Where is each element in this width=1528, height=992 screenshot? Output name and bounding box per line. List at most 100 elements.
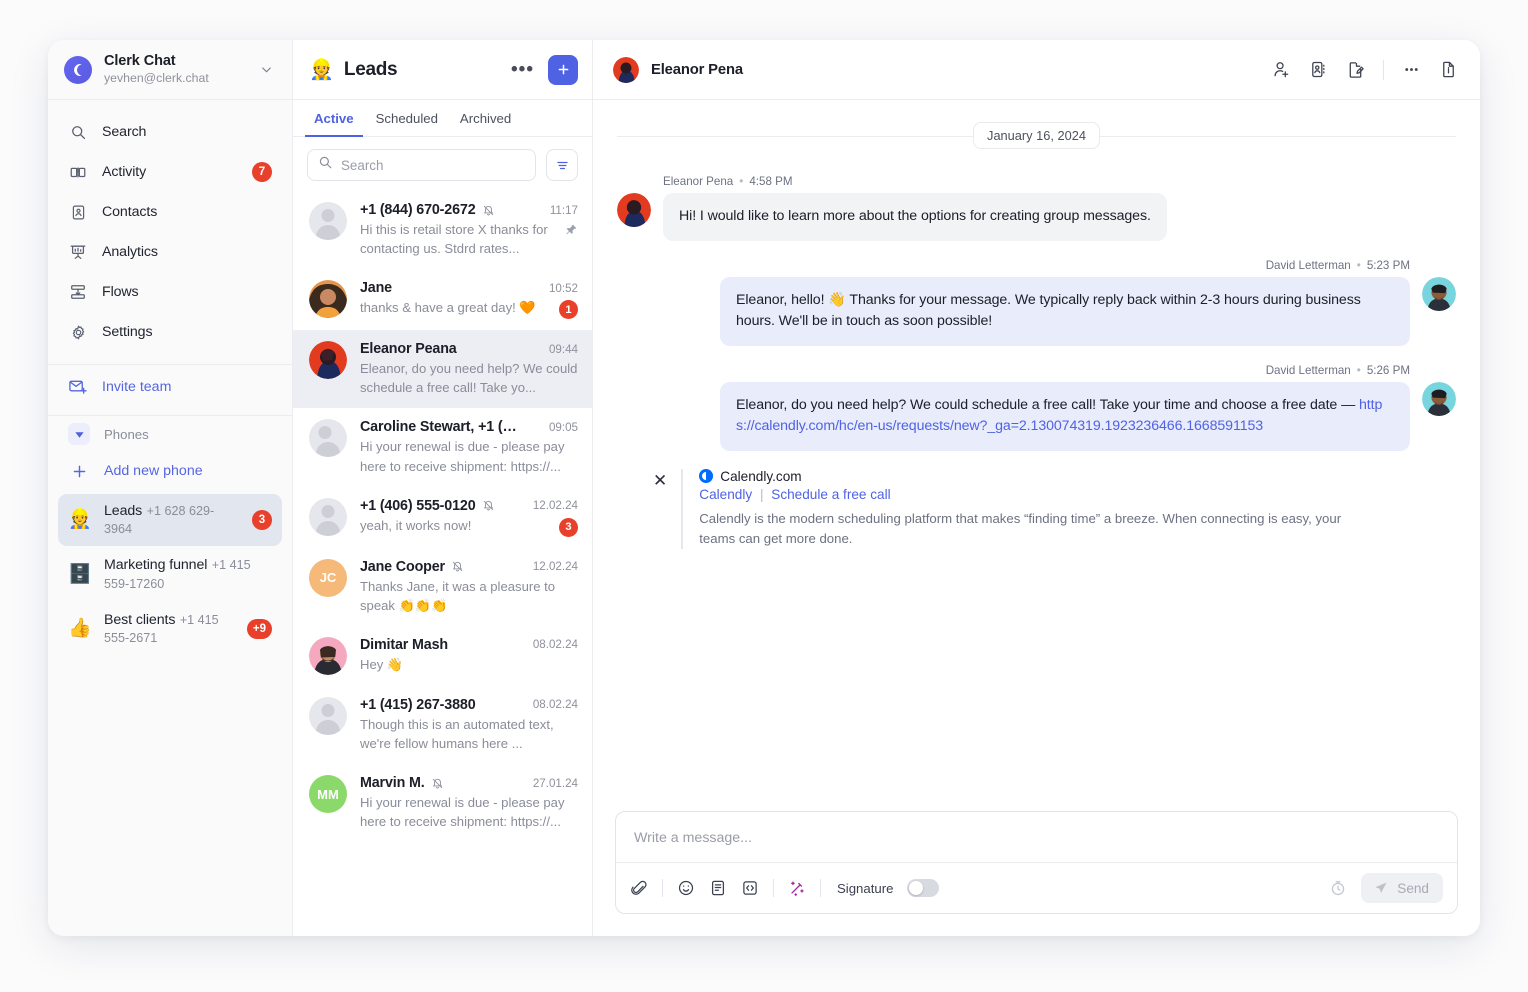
timestamp: 09:05: [548, 420, 578, 434]
list-item-top: +1 (406) 555-0120 12.02.24: [360, 498, 578, 514]
list-item[interactable]: +1 (844) 670-2672 11:17 Hi this is retai…: [293, 191, 592, 269]
sidebar-item-search[interactable]: Search: [58, 112, 282, 152]
plus-icon: [68, 460, 90, 482]
list-item[interactable]: +1 (415) 267-3880 08.02.24 Though this i…: [293, 686, 592, 764]
list-item-bottom: Thanks Jane, it was a pleasure to speak …: [360, 577, 578, 615]
preview-text: Though this is an automated text, we're …: [360, 716, 554, 751]
unread-badge: 1: [559, 300, 578, 320]
phone-item-leads[interactable]: 👷 Leads +1 628 629-3964 3: [58, 494, 282, 547]
avatar: [309, 497, 347, 536]
list-item[interactable]: MM Marvin M. 27.01.24 Hi your renewal is…: [293, 764, 592, 842]
link-preview: ✕ Calendly.com Calendly | Schedule a fre…: [653, 468, 1373, 550]
list-item[interactable]: Caroline Stewart, +1 (54... 09:05 Hi you…: [293, 408, 592, 486]
message-meta: David Letterman • 5:26 PM: [1266, 364, 1410, 377]
presentation-chart-icon: [68, 242, 88, 262]
tab-scheduled[interactable]: Scheduled: [367, 100, 447, 137]
search-box[interactable]: [307, 149, 536, 181]
contact-name: +1 (415) 267-3880: [360, 696, 476, 713]
phone-emoji: 🗄️: [68, 563, 92, 585]
message-row: Hi! I would like to learn more about the…: [617, 193, 1456, 241]
list-item-bottom: thanks & have a great day! 🧡 1: [360, 298, 578, 320]
list-tabs: Active Scheduled Archived: [293, 100, 592, 137]
emoji-icon[interactable]: [677, 879, 695, 897]
list-item[interactable]: Dimitar Mash 08.02.24 Hey 👋: [293, 626, 592, 686]
list-item-bottom: Eleanor, do you need help? We could sche…: [360, 359, 578, 397]
list-item[interactable]: JC Jane Cooper 12.02.24 Thanks Jane, it …: [293, 548, 592, 626]
clock-schedule-icon[interactable]: [1329, 879, 1347, 897]
message-author: Eleanor Pena: [663, 175, 734, 188]
send-button[interactable]: Send: [1361, 873, 1443, 903]
message-time: 4:58 PM: [749, 175, 793, 188]
preview-text: yeah, it works now!: [360, 517, 472, 533]
close-icon[interactable]: ✕: [653, 469, 667, 489]
ellipsis-icon[interactable]: [1402, 60, 1421, 79]
sidebar: Clerk Chat yevhen@clerk.chat Search Acti…: [48, 40, 293, 936]
list-item[interactable]: Jane 10:52 thanks & have a great day! 🧡 …: [293, 269, 592, 330]
phone-item-marketing-funnel[interactable]: 🗄️ Marketing funnel +1 415 559-17260: [58, 548, 282, 600]
flow-icon: [68, 282, 88, 302]
message-meta: David Letterman • 5:23 PM: [1266, 259, 1410, 272]
contact-name: Dimitar Mash: [360, 636, 448, 653]
link-preview-card: Calendly.com Calendly | Schedule a free …: [681, 468, 1359, 550]
bell-muted-icon: [451, 560, 464, 573]
unread-badge-wrap: 1: [559, 298, 578, 320]
composer-toolbar: Signature Send: [616, 862, 1457, 913]
gear-icon: [68, 322, 88, 342]
message-bubble: Hi! I would like to learn more about the…: [663, 193, 1167, 241]
list-item-bottom: Hi your renewal is due - please pay here…: [360, 793, 578, 831]
sidebar-item-contacts[interactable]: Contacts: [58, 192, 282, 232]
list-item-eleanor-peana[interactable]: Eleanor Peana 09:44 Eleanor, do you need…: [293, 330, 592, 409]
ellipsis-icon[interactable]: •••: [507, 60, 538, 79]
preview-text: Eleanor, do you need help? We could sche…: [360, 361, 578, 396]
phone-item-best-clients[interactable]: 👍 Best clients +1 415 555-2671 +9: [58, 603, 282, 655]
code-icon[interactable]: [741, 879, 759, 897]
tab-archived[interactable]: Archived: [451, 100, 520, 137]
conversation-list: +1 (844) 670-2672 11:17 Hi this is retai…: [293, 191, 592, 936]
search-input[interactable]: [341, 157, 525, 173]
phone-name: Marketing funnel: [104, 557, 208, 574]
avatar: [309, 696, 347, 735]
tab-active[interactable]: Active: [305, 100, 363, 137]
sidebar-item-analytics[interactable]: Analytics: [58, 232, 282, 272]
add-contact-icon[interactable]: [1272, 60, 1291, 79]
message-thread: January 16, 2024 Eleanor Pena • 4:58 PM …: [593, 100, 1480, 797]
inbox-icon: [68, 162, 88, 182]
message-text: Eleanor, do you need help? We could sche…: [736, 396, 1356, 413]
edit-note-icon[interactable]: [1346, 60, 1365, 79]
message-input[interactable]: Write a message...: [616, 812, 1457, 862]
invite-team-button[interactable]: Invite team: [48, 365, 292, 409]
link-preview-title-primary[interactable]: Calendly: [699, 487, 752, 502]
magic-wand-icon[interactable]: [788, 879, 806, 897]
leads-emoji: 👷: [309, 58, 334, 81]
unread-badge: 3: [559, 517, 578, 537]
timestamp: 11:17: [549, 203, 578, 217]
list-item-body: Caroline Stewart, +1 (54... 09:05 Hi you…: [360, 419, 578, 475]
new-conversation-button[interactable]: [548, 54, 578, 85]
signature-toggle[interactable]: [907, 879, 940, 897]
preview-text: Hi your renewal is due - please pay here…: [360, 439, 565, 474]
composer-wrap: Write a message... Signature Send: [593, 797, 1480, 936]
sidebar-item-settings[interactable]: Settings: [58, 312, 282, 352]
message-time: 5:23 PM: [1366, 258, 1410, 272]
unread-badge-wrap: 3: [559, 516, 578, 537]
sidebar-label: Analytics: [102, 244, 158, 260]
contact-card-icon[interactable]: [1309, 60, 1328, 79]
template-icon[interactable]: [709, 879, 727, 897]
add-new-phone-button[interactable]: Add new phone: [48, 452, 292, 490]
file-info-icon[interactable]: [1439, 60, 1458, 79]
phones-section-header[interactable]: Phones: [48, 416, 292, 452]
attachment-icon[interactable]: [630, 879, 648, 897]
caret-down-icon: [68, 423, 90, 445]
filter-lines-icon[interactable]: [546, 149, 578, 181]
sidebar-item-activity[interactable]: Activity 7: [58, 152, 282, 192]
message-group-outgoing: David Letterman • 5:23 PM Eleanor, hello…: [617, 259, 1456, 346]
sidebar-item-flows[interactable]: Flows: [58, 272, 282, 312]
workspace-switcher[interactable]: Clerk Chat yevhen@clerk.chat: [48, 40, 292, 100]
message-group-incoming: Eleanor Pena • 4:58 PM Hi! I would like …: [617, 175, 1456, 241]
bell-muted-icon: [431, 777, 444, 790]
avatar: [613, 56, 639, 83]
timestamp: 27.01.24: [532, 776, 578, 790]
chevron-down-icon[interactable]: [259, 62, 274, 77]
link-preview-title-secondary[interactable]: Schedule a free call: [771, 487, 890, 502]
list-item[interactable]: +1 (406) 555-0120 12.02.24 yeah, it work…: [293, 487, 592, 548]
